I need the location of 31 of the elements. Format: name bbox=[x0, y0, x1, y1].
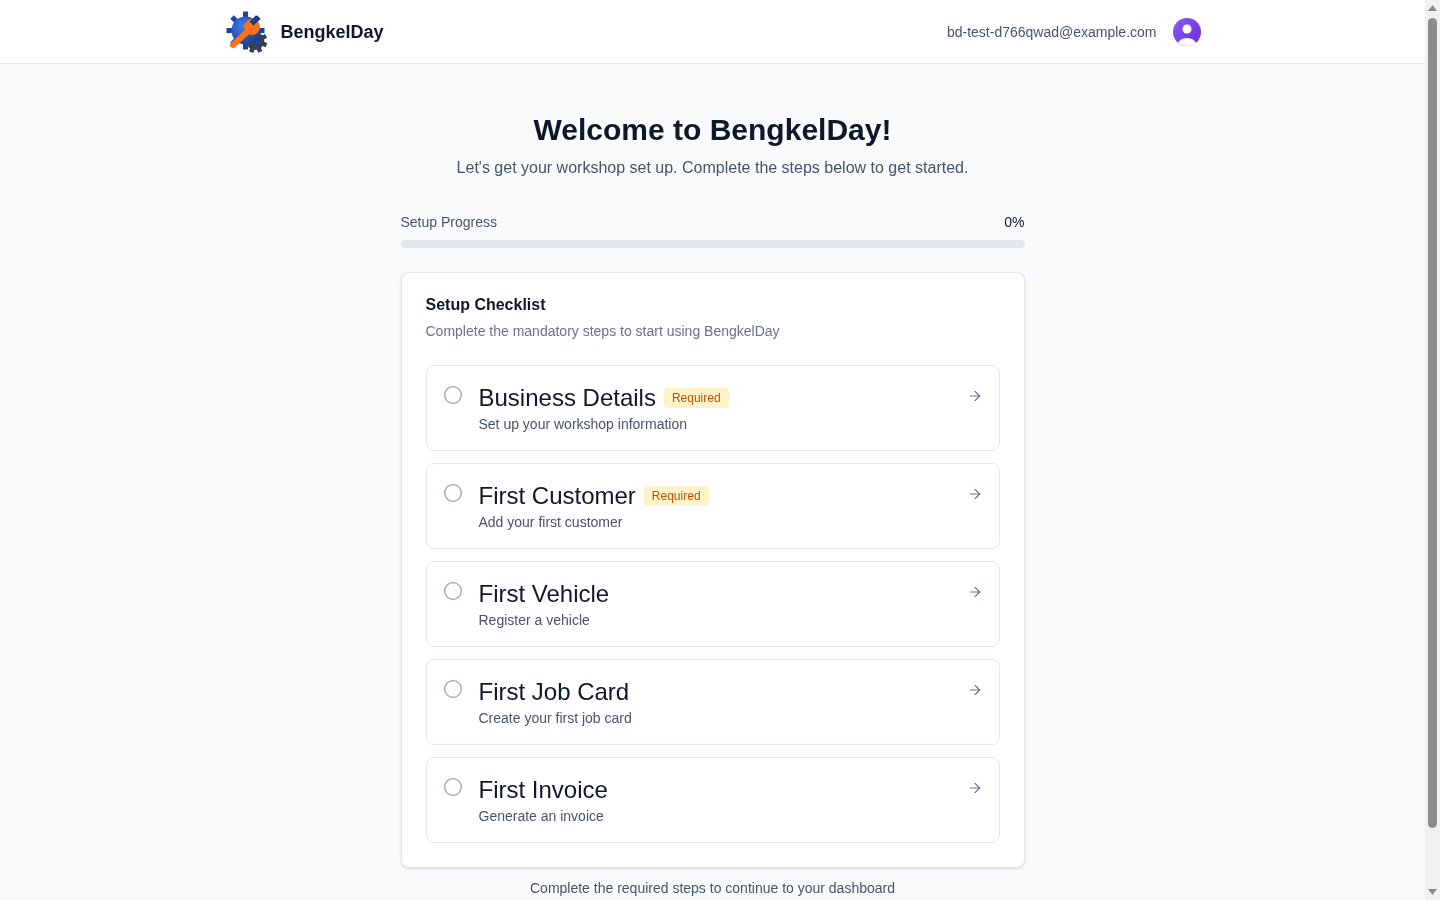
user-email: bd-test-d766qwad@example.com bbox=[946, 22, 1157, 42]
step-description: Register a vehicle bbox=[478, 611, 590, 630]
step-title: First Invoice bbox=[478, 775, 608, 805]
welcome-title: Welcome to BengkelDay! bbox=[533, 112, 892, 148]
up-triangle-icon[interactable] bbox=[1428, 5, 1437, 11]
step-description: Generate an invoice bbox=[478, 807, 604, 826]
step-title: Business Details bbox=[478, 383, 656, 413]
step-card[interactable]: First Job Card Create your first job card bbox=[425, 659, 1000, 745]
scrollbar-thumb[interactable] bbox=[1428, 18, 1437, 828]
step-description: Create your first job card bbox=[478, 709, 632, 728]
checklist-description: Complete the mandatory steps to start using BengkelDay bbox=[425, 322, 781, 341]
step-title: First Customer bbox=[478, 481, 636, 511]
step-title: First Vehicle bbox=[478, 579, 610, 609]
step-card[interactable]: First Invoice Generate an invoice bbox=[425, 757, 1000, 843]
welcome-subtitle: Let's get your workshop set up. Complete the steps below to get started. bbox=[456, 158, 969, 178]
step-description: Add your first customer bbox=[478, 513, 623, 532]
gear-wrench-icon bbox=[224, 9, 269, 54]
brand-name: BengkelDay bbox=[280, 20, 384, 44]
step-card[interactable]: First Customer Required Add your first customer bbox=[425, 463, 1000, 549]
progress-label: Setup Progress bbox=[400, 213, 497, 232]
step-title: First Job Card bbox=[478, 677, 630, 707]
step-description: Set up your workshop information bbox=[478, 415, 688, 434]
footer-note: Complete the required steps to continue to your dashboard bbox=[529, 880, 896, 896]
status-badge: Required bbox=[643, 486, 709, 506]
step-card[interactable]: Business Details Required Set up your workshop information bbox=[425, 365, 1000, 451]
down-triangle-icon[interactable] bbox=[1428, 889, 1437, 895]
status-badge: Required bbox=[663, 388, 729, 408]
progress-reading: 0% bbox=[1004, 213, 1025, 232]
checklist-title: Setup Checklist bbox=[425, 295, 547, 315]
step-card[interactable]: First Vehicle Register a vehicle bbox=[425, 561, 1000, 647]
avatar-icon[interactable] bbox=[1172, 17, 1201, 46]
